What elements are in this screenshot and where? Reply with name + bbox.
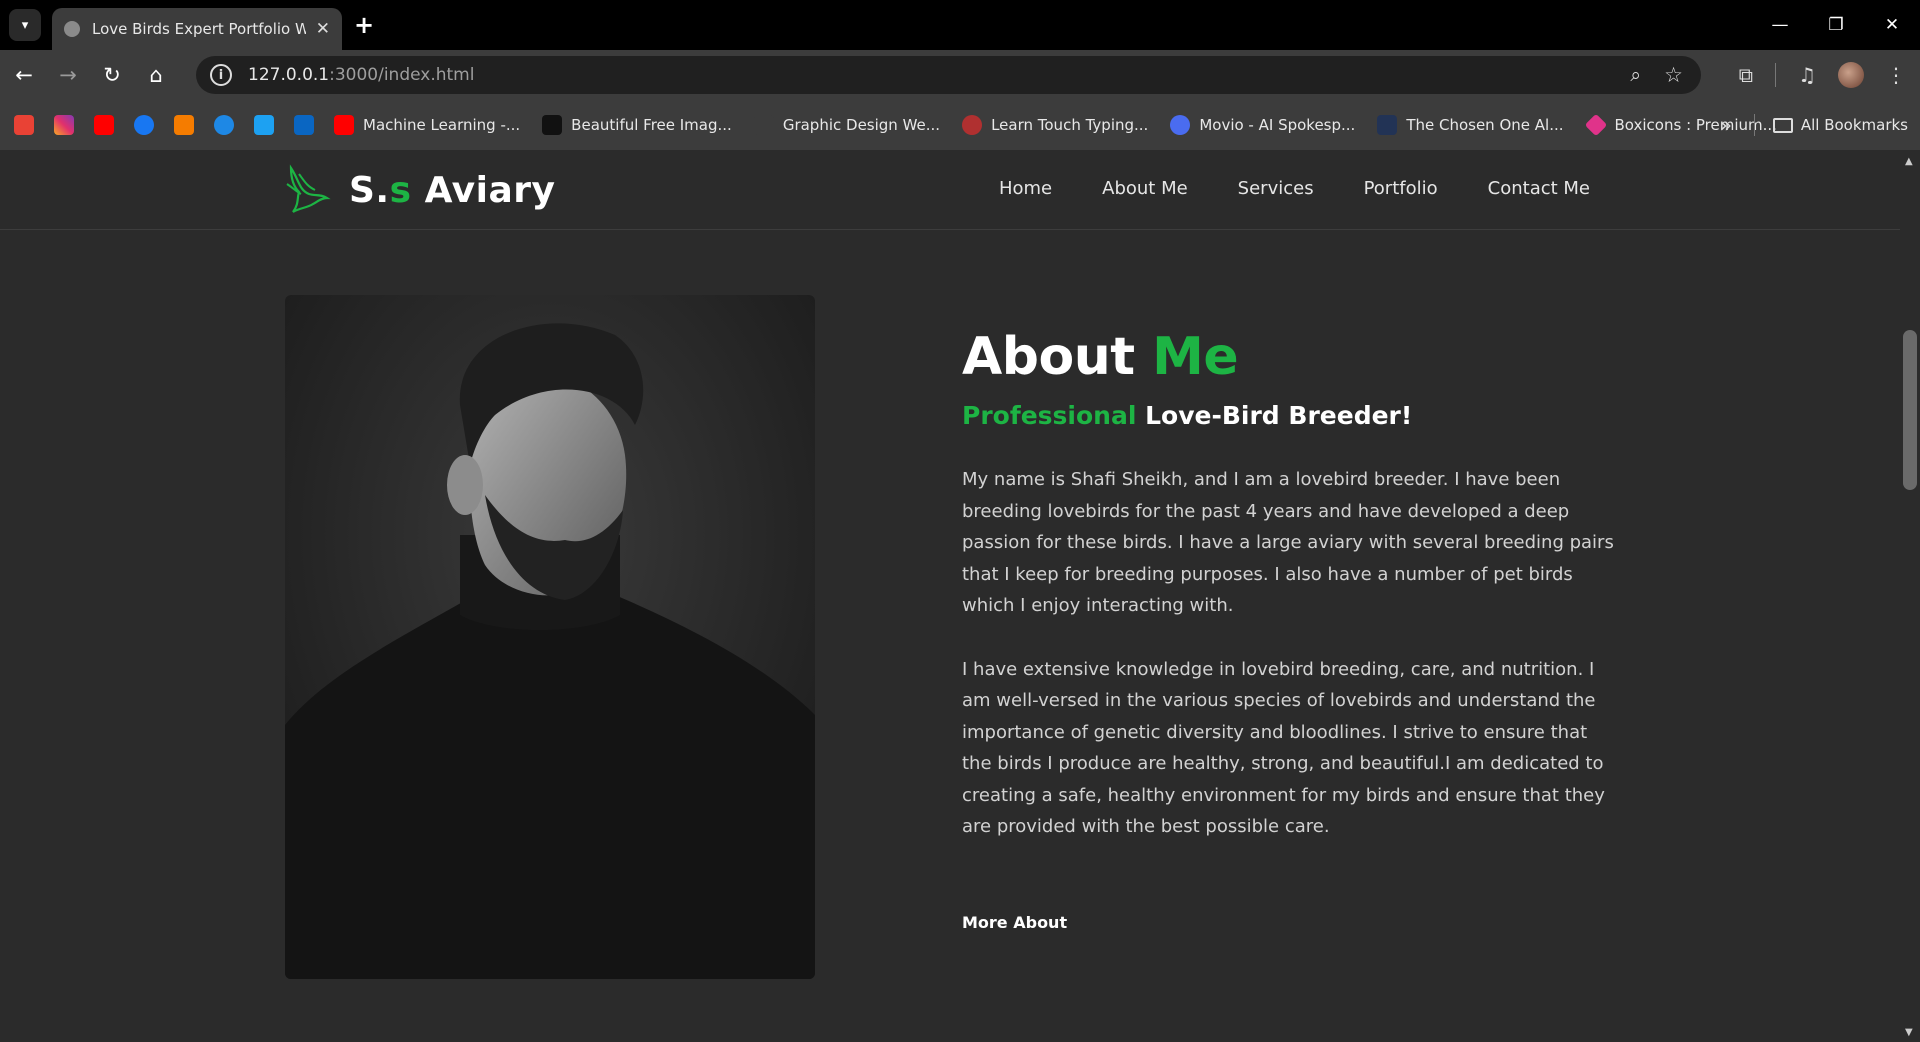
site-header: S.s Aviary Home About Me Services Portfo…: [0, 150, 1900, 230]
home-icon: ⌂: [149, 63, 163, 87]
site-info-icon[interactable]: i: [210, 64, 232, 86]
arrow-left-icon: ←: [15, 63, 33, 87]
about-title-accent: Me: [1152, 327, 1239, 387]
logo-text: S.s Aviary: [349, 170, 555, 211]
extensions-icon[interactable]: ⧉: [1739, 63, 1753, 87]
scroll-up-icon[interactable]: ▲: [1905, 156, 1913, 167]
about-subtitle: Professional Love-Bird Breeder!: [962, 401, 1622, 430]
instagram-icon[interactable]: [54, 115, 74, 135]
toolbar-divider: [1775, 63, 1777, 87]
profile-avatar[interactable]: [1838, 62, 1864, 88]
about-title: About Me: [962, 327, 1622, 387]
forward-button[interactable]: →: [48, 55, 88, 95]
about-title-main: About: [962, 327, 1153, 387]
folder-icon: [1772, 117, 1793, 133]
puzzle-app-icon[interactable]: [174, 115, 194, 135]
address-bar[interactable]: i 127.0.0.1:3000/index.html ⌕ ☆: [196, 56, 1701, 94]
bookmark-star-icon[interactable]: ☆: [1664, 63, 1683, 87]
bookmark-label: Machine Learning -...: [363, 116, 521, 134]
bookmark-item[interactable]: Boxicons : Premium...: [1584, 113, 1777, 137]
blank-page-icon: [753, 115, 774, 135]
typing-app-icon: [962, 115, 983, 135]
globe-icon: [64, 21, 80, 37]
bookmark-label: Movio - AI Spokesp...: [1199, 116, 1356, 134]
home-button[interactable]: ⌂: [136, 55, 176, 95]
cloud-icon[interactable]: [214, 115, 234, 135]
bookmark-item[interactable]: Graphic Design We...: [753, 115, 941, 135]
bookmark-item[interactable]: Learn Touch Typing...: [962, 115, 1148, 135]
restore-button[interactable]: ❐: [1808, 0, 1864, 50]
boxicons-icon: [1584, 113, 1607, 137]
chosen-one-icon: [1377, 115, 1398, 135]
back-button[interactable]: ←: [4, 55, 44, 95]
about-section: About Me Professional Love-Bird Breeder!…: [962, 327, 1622, 932]
bookmark-label: The Chosen One Al...: [1406, 116, 1564, 134]
portrait-silhouette: [285, 295, 815, 979]
nav-services[interactable]: Services: [1238, 178, 1314, 199]
arrow-right-icon: →: [59, 63, 77, 87]
logo-suffix: Aviary: [411, 169, 556, 211]
all-bookmarks-label: All Bookmarks: [1800, 116, 1908, 134]
about-subtitle-rest: Love-Bird Breeder!: [1136, 401, 1413, 430]
bookmark-item[interactable]: Beautiful Free Imag...: [542, 115, 732, 135]
bookmark-item[interactable]: Movio - AI Spokesp...: [1170, 115, 1355, 135]
bookmark-label: Graphic Design We...: [782, 116, 941, 134]
bookmarks-bar: Machine Learning -... Beautiful Free Ima…: [0, 100, 1920, 150]
youtube-icon[interactable]: [94, 115, 114, 135]
menu-kebab-icon[interactable]: ⋮: [1886, 63, 1906, 87]
minimize-button[interactable]: —: [1752, 0, 1808, 50]
bookmark-label: Boxicons : Premium...: [1614, 116, 1777, 134]
page-scrollbar[interactable]: ▲ ▼: [1900, 150, 1920, 1042]
all-bookmarks-button[interactable]: All Bookmarks: [1753, 100, 1908, 150]
bookmark-item[interactable]: The Chosen One Al...: [1377, 115, 1564, 135]
nav-home[interactable]: Home: [999, 178, 1052, 199]
browser-tab[interactable]: Love Birds Expert Portfolio Web ✕: [52, 8, 342, 50]
nav-contact-me[interactable]: Contact Me: [1488, 178, 1590, 199]
url-path: :3000/index.html: [329, 65, 475, 85]
logo-accent: s: [389, 169, 412, 211]
bird-logo-icon: [286, 164, 331, 213]
media-controls-icon[interactable]: ♫: [1798, 63, 1816, 87]
close-window-button[interactable]: ✕: [1864, 0, 1920, 50]
linkedin-icon[interactable]: [294, 115, 314, 135]
url-text[interactable]: 127.0.0.1:3000/index.html: [248, 65, 474, 85]
about-subtitle-accent: Professional: [962, 401, 1137, 430]
bird-app-icon[interactable]: [254, 115, 274, 135]
youtube-icon: [334, 115, 354, 135]
browser-toolbar: ← → ↻ ⌂ i 127.0.0.1:3000/index.html ⌕ ☆ …: [0, 50, 1920, 100]
more-bookmarks-icon[interactable]: »: [1720, 113, 1732, 137]
bookmark-label: Beautiful Free Imag...: [571, 116, 732, 134]
new-tab-button[interactable]: +: [354, 11, 374, 39]
site-logo[interactable]: S.s Aviary: [285, 164, 555, 216]
gmail-icon[interactable]: [14, 115, 34, 135]
about-portrait-image: [285, 295, 815, 979]
chevron-down-icon: ▾: [21, 17, 29, 33]
reload-icon: ↻: [103, 63, 121, 87]
facebook-icon[interactable]: [134, 115, 154, 135]
zoom-icon[interactable]: ⌕: [1630, 64, 1641, 86]
reload-button[interactable]: ↻: [92, 55, 132, 95]
about-paragraph-1: My name is Shafi Sheikh, and I am a love…: [962, 469, 1614, 616]
nav-portfolio[interactable]: Portfolio: [1364, 178, 1438, 199]
about-paragraph-2: I have extensive knowledge in lovebird b…: [962, 658, 1605, 838]
tab-strip: ▾ Love Birds Expert Portfolio Web ✕ + — …: [0, 0, 1920, 50]
nav-about-me[interactable]: About Me: [1102, 178, 1188, 199]
more-about-button[interactable]: More About: [962, 913, 1067, 932]
window-controls: — ❐ ✕: [1752, 0, 1920, 50]
bookmarks-divider: [1753, 114, 1755, 136]
url-host: 127.0.0.1: [248, 65, 330, 85]
tab-search-dropdown[interactable]: ▾: [9, 9, 41, 41]
bookmark-item[interactable]: Machine Learning -...: [334, 115, 520, 135]
unsplash-icon: [542, 115, 563, 135]
bookmark-label: Learn Touch Typing...: [991, 116, 1149, 134]
scroll-down-icon[interactable]: ▼: [1905, 1027, 1913, 1038]
site-nav: Home About Me Services Portfolio Contact…: [999, 178, 1590, 199]
movio-icon: [1170, 115, 1191, 135]
toolbar-actions: ⧉ ♫ ⋮: [1739, 50, 1906, 100]
scrollbar-thumb[interactable]: [1903, 330, 1917, 490]
close-tab-icon[interactable]: ✕: [316, 19, 330, 39]
page-viewport: S.s Aviary Home About Me Services Portfo…: [0, 150, 1900, 1042]
logo-prefix: S.: [349, 169, 390, 211]
tab-title: Love Birds Expert Portfolio Web: [92, 20, 306, 38]
